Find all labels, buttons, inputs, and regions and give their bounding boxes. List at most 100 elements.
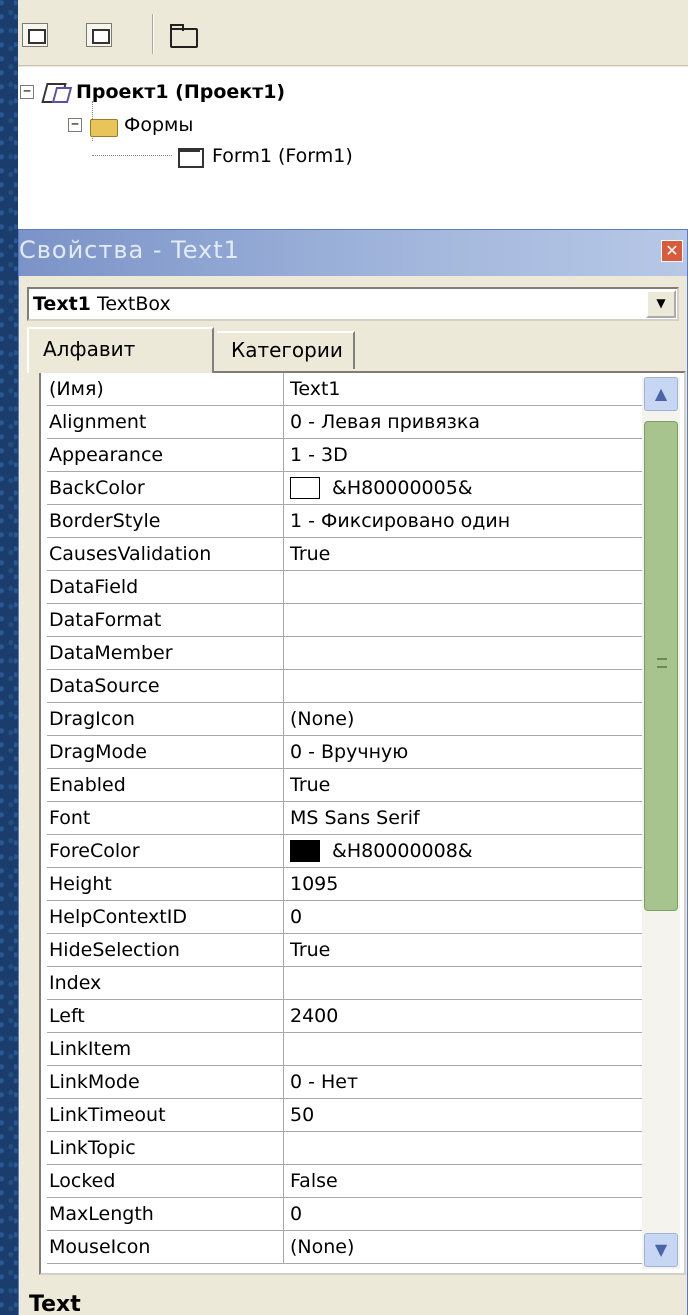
property-value[interactable]: 0 — [284, 1198, 645, 1230]
property-value-text: 2400 — [290, 1005, 339, 1027]
property-value[interactable]: True — [284, 538, 645, 570]
project-toolbar — [18, 0, 688, 66]
tree-node-project[interactable]: − Проект1 (Проект1) — [20, 81, 285, 103]
property-value[interactable]: Text1 — [284, 373, 645, 405]
property-value-text: True — [290, 939, 331, 961]
properties-titlebar[interactable]: Свойства - Text1 ✕ — [19, 230, 687, 276]
property-value[interactable]: True — [284, 769, 645, 801]
property-value[interactable]: 0 - Вручную — [284, 736, 645, 768]
property-value[interactable] — [284, 637, 645, 669]
property-name: LinkItem — [47, 1033, 284, 1065]
property-value-text: 0 — [290, 906, 303, 928]
property-value[interactable] — [284, 967, 645, 999]
property-row[interactable]: ForeColor &H80000008& — [47, 835, 645, 868]
description-title: Text — [29, 1292, 81, 1315]
property-value-text: &H80000005& — [332, 477, 473, 499]
property-value[interactable]: (None) — [284, 1231, 645, 1263]
property-name: DragIcon — [47, 703, 284, 735]
property-row[interactable]: DataSource — [47, 670, 645, 703]
tree-node-form1[interactable]: Form1 (Form1) — [176, 145, 353, 168]
object-selector[interactable]: Text1 TextBox ▼ — [27, 287, 679, 321]
tab-categorized[interactable]: Категории — [217, 331, 355, 369]
property-value[interactable] — [284, 604, 645, 636]
property-value[interactable]: True — [284, 934, 645, 966]
property-value-text: Text1 — [290, 378, 341, 400]
property-value[interactable] — [284, 1033, 645, 1065]
property-row[interactable]: Left 2400 — [47, 1000, 645, 1033]
property-row[interactable]: LinkTopic — [47, 1132, 645, 1165]
property-value[interactable]: 50 — [284, 1099, 645, 1131]
project-explorer: − Проект1 (Проект1) − Формы Form1 (Form1… — [18, 0, 688, 229]
view-object-icon[interactable] — [86, 23, 112, 47]
property-row[interactable]: Font MS Sans Serif — [47, 802, 645, 835]
property-row[interactable]: LinkItem — [47, 1033, 645, 1066]
property-row[interactable]: MouseIcon (None) — [47, 1231, 645, 1264]
property-row[interactable]: BackColor &H80000005& — [47, 472, 645, 505]
property-row[interactable]: Index — [47, 967, 645, 1000]
property-row[interactable]: MaxLength 0 — [47, 1198, 645, 1231]
property-row[interactable]: LinkTimeout 50 — [47, 1099, 645, 1132]
property-value[interactable]: 2400 — [284, 1000, 645, 1032]
property-value[interactable]: 0 - Левая привязка — [284, 406, 645, 438]
property-row[interactable]: CausesValidation True — [47, 538, 645, 571]
property-name: Appearance — [47, 439, 284, 471]
scroll-up-icon[interactable]: ▲ — [644, 377, 678, 411]
property-value-text: 0 - Вручную — [290, 741, 409, 763]
property-row[interactable]: Enabled True — [47, 769, 645, 802]
color-swatch — [290, 477, 320, 499]
property-row[interactable]: DragMode 0 - Вручную — [47, 736, 645, 769]
property-value[interactable] — [284, 670, 645, 702]
property-row[interactable]: Appearance 1 - 3D — [47, 439, 645, 472]
property-row[interactable]: DataField — [47, 571, 645, 604]
window-title: Свойства - Text1 — [19, 236, 240, 264]
property-row[interactable]: (Имя) Text1 — [47, 373, 645, 406]
property-name: (Имя) — [47, 373, 284, 405]
property-row[interactable]: Alignment 0 - Левая привязка — [47, 406, 645, 439]
property-value[interactable]: 1 - 3D — [284, 439, 645, 471]
property-value[interactable]: &H80000008& — [284, 835, 645, 867]
property-name: HelpContextID — [47, 901, 284, 933]
tab-alphabetic[interactable]: Алфавит — [27, 327, 214, 373]
property-value[interactable]: 0 - Нет — [284, 1066, 645, 1098]
property-value[interactable]: 1095 — [284, 868, 645, 900]
property-row[interactable]: HelpContextID 0 — [47, 901, 645, 934]
property-value[interactable]: &H80000005& — [284, 472, 645, 504]
property-value[interactable] — [284, 571, 645, 603]
property-row[interactable]: BorderStyle 1 - Фиксировано один — [47, 505, 645, 538]
property-value[interactable]: 0 — [284, 901, 645, 933]
view-code-icon[interactable] — [22, 23, 48, 47]
property-row[interactable]: Height 1095 — [47, 868, 645, 901]
property-row[interactable]: LinkMode 0 - Нет — [47, 1066, 645, 1099]
property-row[interactable]: DataMember — [47, 637, 645, 670]
property-value-text: 1095 — [290, 873, 339, 895]
property-name: Locked — [47, 1165, 284, 1197]
property-value[interactable]: MS Sans Serif — [284, 802, 645, 834]
toggle-folders-icon[interactable] — [168, 22, 198, 48]
property-value-text: 0 - Нет — [290, 1071, 359, 1093]
property-value-text: False — [290, 1170, 338, 1192]
form-label: Form1 (Form1) — [212, 145, 353, 167]
toolbar-separator — [152, 14, 154, 54]
property-row[interactable]: DataFormat — [47, 604, 645, 637]
property-name: LinkMode — [47, 1066, 284, 1098]
chevron-down-icon[interactable]: ▼ — [646, 290, 676, 318]
property-row[interactable]: HideSelection True — [47, 934, 645, 967]
property-value[interactable] — [284, 1132, 645, 1164]
close-icon[interactable]: ✕ — [661, 240, 683, 262]
property-value-text: (None) — [290, 708, 355, 730]
property-name: HideSelection — [47, 934, 284, 966]
scroll-thumb[interactable] — [644, 421, 678, 911]
form-icon — [176, 145, 206, 168]
property-name: ForeColor — [47, 835, 284, 867]
vertical-scrollbar[interactable]: ▲ ▼ — [642, 377, 680, 1269]
property-value[interactable]: (None) — [284, 703, 645, 735]
property-row[interactable]: DragIcon (None) — [47, 703, 645, 736]
scroll-down-icon[interactable]: ▼ — [644, 1233, 678, 1267]
property-value[interactable]: False — [284, 1165, 645, 1197]
property-value[interactable]: 1 - Фиксировано один — [284, 505, 645, 537]
collapse-icon[interactable]: − — [20, 85, 34, 99]
forms-folder-label: Формы — [124, 114, 194, 136]
collapse-icon[interactable]: − — [68, 118, 82, 132]
property-row[interactable]: Locked False — [47, 1165, 645, 1198]
tree-node-forms[interactable]: − Формы — [68, 114, 194, 137]
